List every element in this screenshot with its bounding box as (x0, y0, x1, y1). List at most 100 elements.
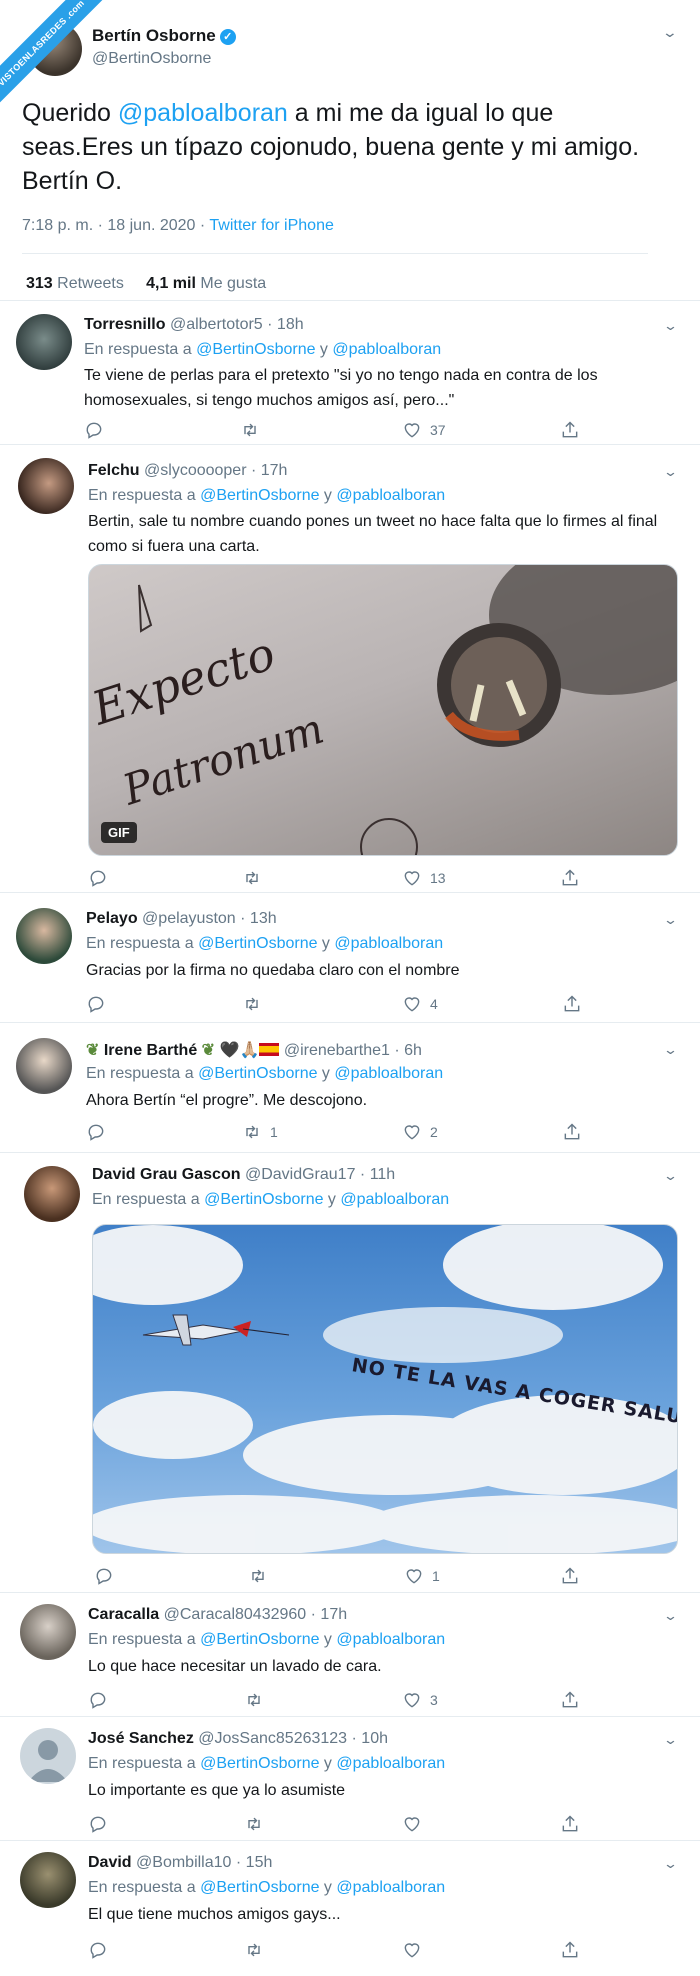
share-icon (562, 869, 578, 886)
author-name[interactable]: Bertín Osborne ✓ (92, 26, 236, 46)
avatar[interactable] (20, 1604, 76, 1660)
retweets-count[interactable]: 313 (26, 275, 53, 292)
mention-link[interactable]: @BertinOsborne (200, 1879, 319, 1896)
mention-link[interactable]: @BertinOsborne (198, 1065, 317, 1082)
reply-button[interactable] (88, 868, 108, 888)
retweet-button[interactable] (244, 1814, 272, 1834)
mention-link[interactable]: @pabloalboran (118, 99, 288, 127)
mention-link[interactable]: @pabloalboran (336, 1755, 445, 1772)
like-button[interactable]: 1 (404, 1566, 440, 1586)
like-button[interactable]: 37 (402, 420, 446, 440)
author-name[interactable]: Torresnillo (84, 316, 166, 333)
mention-link[interactable]: @BertinOsborne (200, 1631, 319, 1648)
share-button[interactable] (560, 868, 580, 888)
timestamp[interactable]: · 15h (236, 1854, 272, 1871)
timestamp[interactable]: · 17h (311, 1606, 347, 1623)
reply-button[interactable] (84, 420, 104, 440)
reply-button[interactable] (88, 1690, 108, 1710)
like-button[interactable]: 2 (402, 1122, 438, 1142)
reply-button[interactable] (86, 994, 106, 1014)
author-handle[interactable]: @irenebarthe1 (284, 1042, 390, 1059)
gif-media[interactable]: Expecto Patronum GIF (88, 564, 678, 856)
retweet-button[interactable] (244, 1690, 272, 1710)
like-button[interactable]: 4 (402, 994, 438, 1014)
mention-link[interactable]: @pabloalboran (334, 935, 443, 952)
like-button[interactable] (402, 1940, 430, 1960)
mention-link[interactable]: @BertinOsborne (200, 487, 319, 504)
chevron-down-icon[interactable]: ⌄ (663, 1168, 678, 1184)
author-name[interactable]: Pelayo (86, 910, 138, 927)
avatar[interactable] (18, 458, 74, 514)
mention-link[interactable]: @BertinOsborne (198, 935, 317, 952)
author-handle[interactable]: @DavidGrau17 (245, 1166, 356, 1183)
timestamp[interactable]: · 11h (360, 1166, 395, 1183)
avatar[interactable] (24, 1166, 80, 1222)
retweet-button[interactable] (248, 1566, 276, 1586)
source-link[interactable]: Twitter for iPhone (209, 217, 334, 234)
avatar[interactable] (16, 314, 72, 370)
author-handle[interactable]: @pelayuston (142, 910, 236, 927)
retweet-button[interactable] (242, 868, 270, 888)
retweet-button[interactable]: 1 (242, 1122, 278, 1142)
author-name[interactable]: Irene Barthé (104, 1042, 197, 1059)
chevron-down-icon[interactable]: ⌄ (662, 24, 678, 41)
author-handle[interactable]: @Bombilla10 (136, 1854, 231, 1871)
mention-link[interactable]: @BertinOsborne (200, 1755, 319, 1772)
reply-button[interactable] (88, 1814, 108, 1834)
chevron-down-icon[interactable]: ⌄ (663, 1732, 678, 1748)
like-button[interactable]: 3 (402, 1690, 438, 1710)
mention-link[interactable]: @pabloalboran (340, 1191, 449, 1208)
mention-link[interactable]: @BertinOsborne (204, 1191, 323, 1208)
author-name[interactable]: David Grau Gascon (92, 1166, 241, 1183)
timestamp[interactable]: · 10h (352, 1730, 388, 1747)
heart-icon (406, 1569, 422, 1584)
author-handle[interactable]: @Caracal80432960 (164, 1606, 307, 1623)
author-name[interactable]: David (88, 1854, 132, 1871)
mention-link[interactable]: @pabloalboran (336, 487, 445, 504)
chevron-down-icon[interactable]: ⌄ (663, 464, 678, 480)
mention-link[interactable]: @pabloalboran (336, 1631, 445, 1648)
avatar[interactable] (16, 908, 72, 964)
avatar[interactable] (20, 1852, 76, 1908)
share-button[interactable] (560, 1566, 580, 1586)
share-button[interactable] (560, 1690, 580, 1710)
retweet-button[interactable] (240, 420, 268, 440)
author-name[interactable]: José Sanchez (88, 1730, 194, 1747)
author-name[interactable]: Felchu (88, 462, 140, 479)
likes-count[interactable]: 4,1 mil (146, 275, 196, 292)
mention-link[interactable]: @pabloalboran (336, 1879, 445, 1896)
timestamp[interactable]: · 18h (267, 316, 303, 333)
author-name[interactable]: Caracalla (88, 1606, 159, 1623)
timestamp[interactable]: · 17h (251, 462, 287, 479)
timestamp[interactable]: · 6h (394, 1042, 422, 1059)
retweet-button[interactable] (244, 1940, 272, 1960)
share-button[interactable] (560, 1940, 580, 1960)
avatar[interactable] (20, 1728, 76, 1784)
watermark-ribbon: VISTOENLASREDES .com (0, 0, 110, 110)
share-button[interactable] (560, 1814, 580, 1834)
mention-link[interactable]: @pabloalboran (334, 1065, 443, 1082)
mention-link[interactable]: @pabloalboran (332, 341, 441, 358)
chevron-down-icon[interactable]: ⌄ (663, 1042, 678, 1058)
image-media[interactable]: NO TE LA VAS A COGER SALU2 (92, 1224, 678, 1554)
author-handle[interactable]: @slycooooper (144, 462, 247, 479)
share-button[interactable] (560, 420, 580, 440)
like-button[interactable] (402, 1814, 430, 1834)
chevron-down-icon[interactable]: ⌄ (663, 1856, 678, 1872)
avatar[interactable] (16, 1038, 72, 1094)
like-button[interactable]: 13 (402, 868, 446, 888)
chevron-down-icon[interactable]: ⌄ (663, 912, 678, 928)
reply-button[interactable] (86, 1122, 106, 1142)
mention-link[interactable]: @BertinOsborne (196, 341, 315, 358)
chevron-down-icon[interactable]: ⌄ (663, 1608, 678, 1624)
timestamp[interactable]: · 13h (240, 910, 276, 927)
share-button[interactable] (562, 994, 582, 1014)
retweet-button[interactable] (242, 994, 270, 1014)
reply-button[interactable] (94, 1566, 114, 1586)
chevron-down-icon[interactable]: ⌄ (663, 318, 678, 334)
author-handle[interactable]: @JosSanc85263123 (198, 1730, 347, 1747)
share-button[interactable] (562, 1122, 582, 1142)
reply-icon (90, 1942, 106, 1959)
author-handle[interactable]: @albertotor5 (170, 316, 263, 333)
reply-button[interactable] (88, 1940, 108, 1960)
